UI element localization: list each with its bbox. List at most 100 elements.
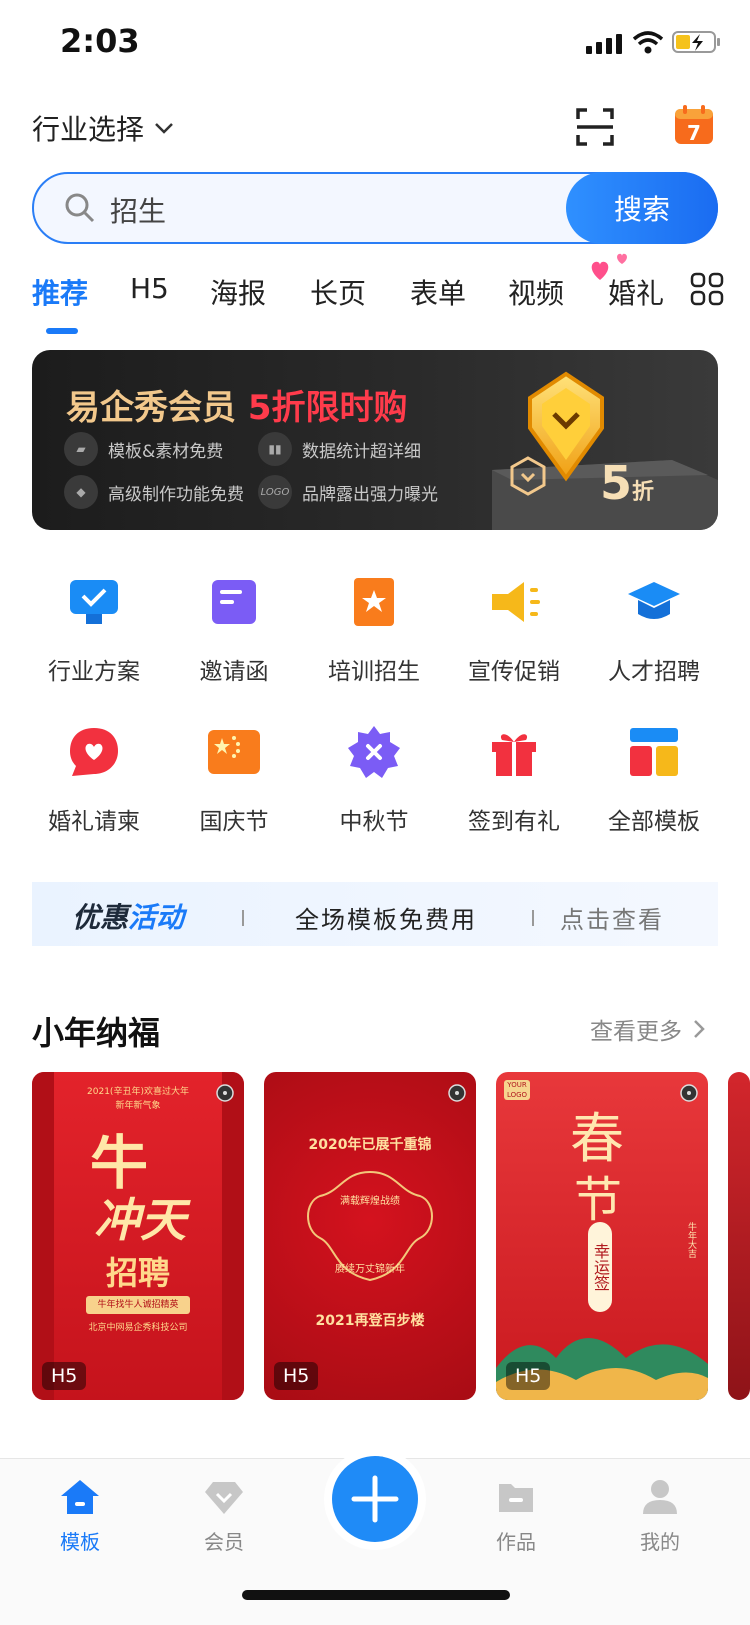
category-label: 行业方案 — [48, 659, 140, 685]
flower-icon — [348, 726, 400, 778]
tabbar-label: 模板 — [60, 1530, 100, 1554]
category-national-day[interactable]: 国庆节 — [164, 724, 304, 836]
template-card[interactable]: YOUR LOGO 春 节 幸运签 牛年大吉 H5 — [496, 1072, 708, 1400]
category-mid-autumn[interactable]: 中秋节 — [304, 724, 444, 836]
banner-feature-label: 数据统计超详细 — [302, 441, 421, 462]
star-book-icon — [354, 578, 394, 626]
divider — [532, 910, 534, 926]
see-more-label: 查看更多 — [590, 1019, 682, 1045]
category-promotion[interactable]: 宣传促销 — [444, 574, 584, 686]
chevron-right-icon — [694, 1020, 705, 1038]
gift-icon — [492, 734, 536, 776]
tab-form[interactable]: 表单 — [410, 272, 466, 312]
discount-unit: 折 — [632, 480, 655, 505]
banner-title: 易企秀会员 5折限时购 — [66, 380, 408, 429]
tab-long-page[interactable]: 长页 — [310, 272, 366, 312]
category-industry-plan[interactable]: 行业方案 — [24, 574, 164, 686]
person-icon — [643, 1480, 677, 1514]
scan-icon[interactable] — [575, 107, 615, 147]
tabbar-item-templates[interactable]: 模板 — [30, 1478, 130, 1555]
card-side-text: 牛年大吉 — [686, 1222, 696, 1258]
template-card[interactable]: 2021(辛丑年)欢喜过大年 新年新气象 牛 冲天 招聘 牛年找牛人诚招精英 北… — [32, 1072, 244, 1400]
category-label: 中秋节 — [339, 809, 409, 835]
banner-feature: ▰ 模板&素材免费 — [64, 432, 223, 466]
tabbar-item-me[interactable]: 我的 — [610, 1478, 710, 1555]
search-input[interactable]: 招生 — [110, 190, 166, 230]
megaphone-icon — [492, 582, 540, 622]
discount-number: 5 — [600, 456, 633, 510]
card-center-2: 赓续万丈锦新年 — [335, 1264, 405, 1275]
search-button[interactable]: 搜索 — [566, 172, 718, 244]
bar-chart-icon: ▮▮ — [258, 432, 292, 466]
card-line-2: 2021再登百步楼 — [315, 1313, 425, 1329]
category-checkin-gift[interactable]: 签到有礼 — [444, 724, 584, 836]
banner-feature-label: 高级制作功能免费 — [108, 484, 244, 505]
tab-h5[interactable]: H5 — [130, 272, 169, 305]
type-badge: H5 — [506, 1362, 551, 1390]
card-fortune-tag: 幸运签 — [588, 1222, 612, 1312]
folder-icon — [499, 1484, 533, 1512]
tab-video[interactable]: 视频 — [508, 272, 564, 312]
promo-tag: 优惠活动 — [72, 896, 184, 936]
card-foot-banner: 牛年找牛人诚招精英 — [86, 1296, 190, 1314]
see-more-link[interactable]: 查看更多 — [590, 1012, 706, 1046]
category-training[interactable]: 培训招生 — [304, 574, 444, 686]
cellular-signal-icon — [586, 34, 622, 54]
category-label: 人才招聘 — [608, 659, 700, 685]
banner-title-highlight: 5折限时购 — [247, 388, 408, 428]
category-all-templates[interactable]: 全部模板 — [584, 724, 724, 836]
category-label: 宣传促销 — [468, 659, 560, 685]
type-badge: H5 — [42, 1362, 87, 1390]
banner-feature: ◆ 高级制作功能免费 — [64, 475, 244, 509]
calendar-icon[interactable]: 7 — [673, 104, 715, 146]
grid-menu-icon[interactable] — [690, 272, 724, 306]
banner-title-main: 易企秀会员 — [66, 388, 236, 428]
template-card-partial[interactable] — [728, 1072, 750, 1400]
card-center-1: 满载辉煌战绩 — [340, 1196, 400, 1207]
template-card[interactable]: 2020年已展千重锦 满载辉煌战绩 赓续万丈锦新年 2021再登百步楼 H5 — [264, 1072, 476, 1400]
type-badge: H5 — [274, 1362, 319, 1390]
category-label: 国庆节 — [199, 809, 269, 835]
search-icon — [65, 193, 95, 223]
card-top-text: 2021(辛丑年)欢喜过大年 — [87, 1087, 189, 1097]
banner-feature-label: 模板&素材免费 — [108, 441, 224, 462]
category-label: 全部模板 — [608, 809, 700, 835]
create-button[interactable] — [332, 1456, 418, 1542]
diamond-icon — [205, 1482, 243, 1514]
tabbar-item-vip[interactable]: 会员 — [174, 1478, 274, 1555]
hexagon-shield-icon — [510, 456, 546, 496]
tab-poster[interactable]: 海报 — [210, 272, 266, 312]
tabbar-label: 会员 — [204, 1530, 244, 1554]
flag-icon — [208, 730, 260, 774]
category-recruitment[interactable]: 人才招聘 — [584, 574, 724, 686]
category-wedding-invite[interactable]: 婚礼请柬 — [24, 724, 164, 836]
layout-icon — [630, 728, 678, 776]
calendar-day: 7 — [687, 121, 701, 145]
promo-tag-b: 活动 — [128, 901, 185, 934]
music-disc-icon — [448, 1084, 466, 1102]
card-main-text-b: 冲天 — [94, 1193, 186, 1247]
industry-selector[interactable]: 行业选择 — [32, 108, 174, 148]
chevron-down-icon — [155, 123, 173, 134]
tab-recommend[interactable]: 推荐 — [32, 272, 88, 312]
category-label: 邀请函 — [199, 659, 269, 685]
music-disc-icon — [680, 1084, 698, 1102]
card-line-1: 2020年已展千重锦 — [308, 1137, 432, 1153]
tabbar-label: 作品 — [496, 1530, 536, 1554]
category-invitation[interactable]: 邀请函 — [164, 574, 304, 686]
tabbar-label: 我的 — [640, 1530, 680, 1554]
logo-chip-icon: LOGO — [258, 475, 292, 509]
promo-tag-a: 优惠 — [72, 901, 129, 934]
discount-label: 5折 — [600, 456, 654, 510]
category-label: 签到有礼 — [468, 809, 560, 835]
promo-link[interactable]: 点击查看 — [560, 900, 664, 935]
category-label: 培训招生 — [328, 659, 420, 685]
tab-indicator — [46, 328, 78, 334]
industry-label: 行业选择 — [32, 113, 145, 146]
wifi-icon — [632, 31, 664, 54]
tabbar-item-works[interactable]: 作品 — [466, 1478, 566, 1555]
banner-feature: LOGO 品牌露出强力曝光 — [258, 475, 438, 509]
card-foot-text: 北京中网易企秀科技公司 — [88, 1323, 188, 1333]
banner-feature-label: 品牌露出强力曝光 — [302, 484, 438, 505]
battery-icon — [672, 31, 720, 53]
